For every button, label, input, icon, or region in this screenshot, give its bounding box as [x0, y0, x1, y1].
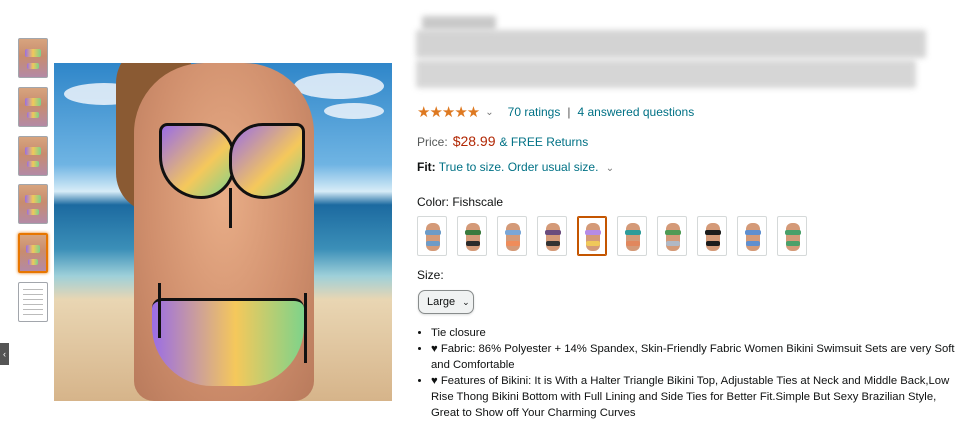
- swatch-top: [545, 230, 561, 235]
- swatch-bottom: [666, 241, 680, 246]
- ratings-count-link[interactable]: 70 ratings: [508, 105, 561, 119]
- thumbnail-2[interactable]: [18, 87, 48, 127]
- swatch-top: [745, 230, 761, 235]
- swatch-figure: [466, 223, 480, 251]
- color-swatches: [417, 216, 817, 256]
- price-value: $28.99: [452, 133, 496, 149]
- rating-row: ★★★★★ ⌄ 70 ratings | 4 answered question…: [417, 103, 694, 121]
- feature-bullets: Tie closure ♥ Fabric: 86% Polyester + 14…: [417, 325, 955, 421]
- thumbnail-4[interactable]: [18, 184, 48, 224]
- swatch-figure: [666, 223, 680, 251]
- star-rating-icon[interactable]: ★★★★★: [417, 103, 480, 121]
- swatch-figure: [586, 223, 600, 251]
- swatch-bottom: [466, 241, 480, 246]
- color-swatch-8[interactable]: [697, 216, 727, 256]
- color-swatch-10[interactable]: [777, 216, 807, 256]
- chevron-down-icon[interactable]: ⌄: [606, 163, 614, 174]
- scroll-left-arrow-icon[interactable]: ‹: [0, 343, 9, 365]
- color-label: Color: Fishscale: [417, 195, 504, 209]
- swatch-bottom: [746, 241, 760, 246]
- swatch-bottom: [786, 241, 800, 246]
- answered-questions-link[interactable]: 4 answered questions: [577, 105, 694, 119]
- swatch-bottom: [706, 241, 720, 246]
- chevron-down-icon[interactable]: ⌄: [485, 107, 493, 118]
- bullet-item: Tie closure: [431, 325, 955, 341]
- chevron-down-icon: ⌄: [462, 296, 470, 307]
- size-selected-value: Large: [427, 296, 456, 308]
- swatch-bottom: [586, 241, 600, 246]
- swatch-bottom: [626, 241, 640, 246]
- swatch-top: [505, 230, 521, 235]
- swatch-bottom: [546, 241, 560, 246]
- free-returns-link[interactable]: & FREE Returns: [500, 135, 589, 149]
- fit-value[interactable]: True to size. Order usual size.: [439, 160, 599, 174]
- fit-label: Fit:: [417, 160, 436, 174]
- color-swatch-6[interactable]: [617, 216, 647, 256]
- swatch-top: [425, 230, 441, 235]
- swatch-figure: [506, 223, 520, 251]
- price-label: Price:: [417, 135, 448, 149]
- thumbnail-3[interactable]: [18, 136, 48, 176]
- color-swatch-3[interactable]: [497, 216, 527, 256]
- swatch-top: [665, 230, 681, 235]
- bullet-item: ♥ Features of Bikini: It is With a Halte…: [431, 373, 955, 421]
- color-swatch-4[interactable]: [537, 216, 567, 256]
- swatch-figure: [626, 223, 640, 251]
- swatch-top: [705, 230, 721, 235]
- thumbnail-size-chart[interactable]: [18, 282, 48, 322]
- swatch-figure: [546, 223, 560, 251]
- size-dropdown[interactable]: Large ⌄: [418, 290, 474, 314]
- product-title-redacted: [416, 14, 928, 104]
- color-swatch-2[interactable]: [457, 216, 487, 256]
- color-swatch-1[interactable]: [417, 216, 447, 256]
- swatch-figure: [746, 223, 760, 251]
- fit-row[interactable]: Fit: True to size. Order usual size. ⌄: [417, 160, 614, 174]
- color-swatch-9[interactable]: [737, 216, 767, 256]
- swatch-top: [785, 230, 801, 235]
- swatch-figure: [786, 223, 800, 251]
- swatch-top: [465, 230, 481, 235]
- price-row: Price: $28.99 & FREE Returns: [417, 133, 588, 149]
- color-swatch-5[interactable]: [577, 216, 607, 256]
- thumbnail-1[interactable]: [18, 38, 48, 78]
- separator: |: [567, 105, 571, 119]
- color-swatch-7[interactable]: [657, 216, 687, 256]
- swatch-figure: [706, 223, 720, 251]
- swatch-top: [625, 230, 641, 235]
- swatch-top: [585, 230, 601, 235]
- thumbnail-5-selected[interactable]: [18, 233, 48, 273]
- size-label: Size:: [417, 268, 444, 282]
- swatch-bottom: [506, 241, 520, 246]
- swatch-figure: [426, 223, 440, 251]
- bullet-item: ♥ Fabric: 86% Polyester + 14% Spandex, S…: [431, 341, 955, 373]
- main-product-image[interactable]: [54, 63, 392, 401]
- swatch-bottom: [426, 241, 440, 246]
